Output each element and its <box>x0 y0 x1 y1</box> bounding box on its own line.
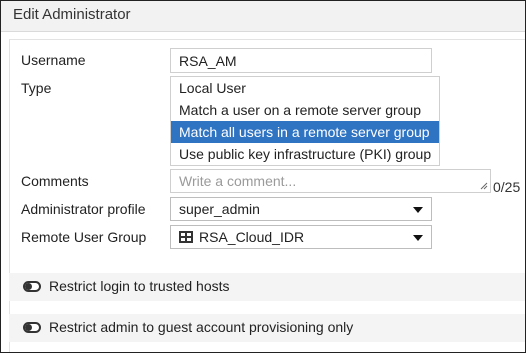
admin-profile-value: super_admin <box>179 201 260 217</box>
toggle-knob <box>25 283 32 290</box>
username-value: RSA_AM <box>179 53 237 69</box>
type-option-match-user[interactable]: Match a user on a remote server group <box>171 99 439 121</box>
resize-grip-icon[interactable] <box>480 182 488 190</box>
comments-label: Comments <box>21 173 89 189</box>
dialog-title-bar: Edit Administrator <box>1 1 525 32</box>
remote-group-label: Remote User Group <box>21 229 147 245</box>
comments-textarea[interactable]: Write a comment... <box>170 169 491 193</box>
guest-provisioning-label: Restrict admin to guest account provisio… <box>49 319 354 335</box>
toggle-knob <box>25 324 32 331</box>
trusted-hosts-toggle[interactable] <box>23 281 41 292</box>
admin-profile-label: Administrator profile <box>21 201 146 217</box>
guest-provisioning-row: Restrict admin to guest account provisio… <box>9 314 525 342</box>
trusted-hosts-label: Restrict login to trusted hosts <box>49 278 230 294</box>
type-label: Type <box>21 80 52 96</box>
type-option-pki-group[interactable]: Use public key infrastructure (PKI) grou… <box>171 143 439 165</box>
username-label: Username <box>21 52 86 68</box>
dialog-title: Edit Administrator <box>13 6 131 23</box>
guest-provisioning-toggle[interactable] <box>23 322 41 333</box>
chevron-down-icon <box>413 235 423 241</box>
type-option-match-all-users[interactable]: Match all users in a remote server group <box>171 121 439 143</box>
type-option-local-user[interactable]: Local User <box>171 77 439 99</box>
type-option-list: Local User Match a user on a remote serv… <box>170 76 440 166</box>
edit-administrator-dialog: Edit Administrator Username RSA_AM Type … <box>0 0 526 353</box>
remote-group-value: RSA_Cloud_IDR <box>199 229 305 245</box>
remote-group-select[interactable]: RSA_Cloud_IDR <box>170 225 432 249</box>
admin-profile-select[interactable]: super_admin <box>170 197 432 221</box>
chevron-down-icon <box>413 207 423 213</box>
username-field[interactable]: RSA_AM <box>170 48 432 73</box>
comments-char-counter: 0/25 <box>493 179 521 195</box>
trusted-hosts-row: Restrict login to trusted hosts <box>9 273 525 301</box>
comments-placeholder: Write a comment... <box>179 173 297 189</box>
server-group-icon <box>179 231 193 243</box>
